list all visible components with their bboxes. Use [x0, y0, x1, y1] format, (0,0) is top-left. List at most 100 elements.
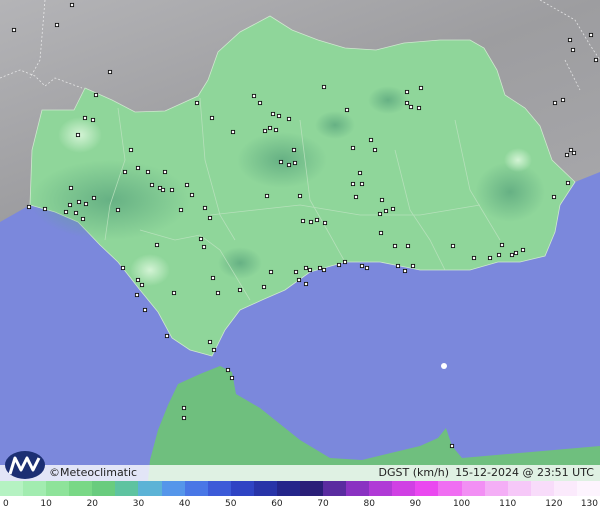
station-marker[interactable] [321, 84, 327, 90]
station-marker[interactable] [402, 268, 408, 274]
station-marker[interactable] [164, 333, 170, 339]
station-marker[interactable] [551, 194, 557, 200]
station-marker[interactable] [54, 22, 60, 28]
station-marker[interactable] [257, 100, 263, 106]
station-marker[interactable] [82, 115, 88, 121]
station-marker[interactable] [513, 250, 519, 256]
station-marker[interactable] [405, 243, 411, 249]
station-marker[interactable] [162, 169, 168, 175]
station-marker[interactable] [11, 27, 17, 33]
station-marker[interactable] [201, 244, 207, 250]
station-marker[interactable] [560, 97, 566, 103]
station-marker[interactable] [122, 169, 128, 175]
station-marker[interactable] [76, 199, 82, 205]
station-marker[interactable] [135, 277, 141, 283]
station-marker[interactable] [416, 105, 422, 111]
station-marker[interactable] [154, 242, 160, 248]
station-marker[interactable] [593, 57, 599, 63]
station-marker[interactable] [286, 116, 292, 122]
station-marker[interactable] [404, 100, 410, 106]
station-marker[interactable] [379, 197, 385, 203]
station-marker[interactable] [178, 207, 184, 213]
station-marker[interactable] [552, 100, 558, 106]
station-marker[interactable] [404, 89, 410, 95]
station-marker[interactable] [314, 217, 320, 223]
station-marker[interactable] [90, 117, 96, 123]
station-marker[interactable] [300, 218, 306, 224]
station-marker[interactable] [395, 263, 401, 269]
station-marker[interactable] [75, 132, 81, 138]
station-marker[interactable] [588, 32, 594, 38]
station-marker[interactable] [160, 187, 166, 193]
station-marker[interactable] [565, 180, 571, 186]
station-marker[interactable] [509, 252, 515, 258]
station-marker[interactable] [390, 206, 396, 212]
station-marker[interactable] [261, 284, 267, 290]
station-marker[interactable] [499, 242, 505, 248]
station-marker[interactable] [368, 137, 374, 143]
station-marker[interactable] [171, 290, 177, 296]
station-marker[interactable] [293, 269, 299, 275]
station-marker[interactable] [364, 265, 370, 271]
station-marker[interactable] [410, 263, 416, 269]
station-marker[interactable] [317, 265, 323, 271]
station-marker[interactable] [169, 187, 175, 193]
station-marker[interactable] [107, 69, 113, 75]
station-marker[interactable] [418, 85, 424, 91]
station-marker[interactable] [303, 265, 309, 271]
station-marker[interactable] [564, 152, 570, 158]
station-marker[interactable] [336, 262, 342, 268]
station-marker[interactable] [359, 263, 365, 269]
station-marker[interactable] [353, 194, 359, 200]
station-marker[interactable] [372, 147, 378, 153]
station-marker[interactable] [571, 150, 577, 156]
station-marker[interactable] [63, 209, 69, 215]
station-marker[interactable] [383, 208, 389, 214]
station-marker[interactable] [377, 211, 383, 217]
station-marker[interactable] [181, 415, 187, 421]
station-marker[interactable] [189, 192, 195, 198]
station-marker[interactable] [207, 339, 213, 345]
station-marker[interactable] [184, 182, 190, 188]
station-marker[interactable] [520, 247, 526, 253]
station-marker[interactable] [342, 259, 348, 265]
station-marker[interactable] [450, 243, 456, 249]
station-marker[interactable] [286, 162, 292, 168]
station-marker[interactable] [93, 92, 99, 98]
station-marker[interactable] [145, 169, 151, 175]
station-marker[interactable] [487, 255, 493, 261]
station-marker[interactable] [91, 195, 97, 201]
station-marker[interactable] [207, 215, 213, 221]
station-marker[interactable] [308, 219, 314, 225]
station-marker[interactable] [198, 236, 204, 242]
station-marker[interactable] [181, 405, 187, 411]
station-marker[interactable] [496, 252, 502, 258]
station-marker[interactable] [264, 193, 270, 199]
station-marker[interactable] [237, 287, 243, 293]
station-marker[interactable] [268, 269, 274, 275]
station-marker[interactable] [350, 145, 356, 151]
station-marker[interactable] [449, 443, 455, 449]
station-marker[interactable] [26, 204, 32, 210]
station-marker[interactable] [202, 205, 208, 211]
station-marker[interactable] [291, 147, 297, 153]
station-marker[interactable] [321, 267, 327, 273]
station-marker[interactable] [471, 255, 477, 261]
station-marker[interactable] [80, 216, 86, 222]
station-marker[interactable] [67, 202, 73, 208]
station-marker[interactable] [567, 37, 573, 43]
station-marker[interactable] [225, 367, 231, 373]
station-marker[interactable] [149, 182, 155, 188]
station-marker[interactable] [303, 281, 309, 287]
station-marker[interactable] [215, 290, 221, 296]
station-marker[interactable] [120, 265, 126, 271]
station-marker[interactable] [139, 282, 145, 288]
station-marker[interactable] [273, 127, 279, 133]
station-marker[interactable] [230, 129, 236, 135]
station-marker[interactable] [392, 243, 398, 249]
station-marker[interactable] [350, 181, 356, 187]
station-marker[interactable] [134, 292, 140, 298]
station-marker[interactable] [211, 347, 217, 353]
station-marker[interactable] [128, 147, 134, 153]
station-marker[interactable] [251, 93, 257, 99]
